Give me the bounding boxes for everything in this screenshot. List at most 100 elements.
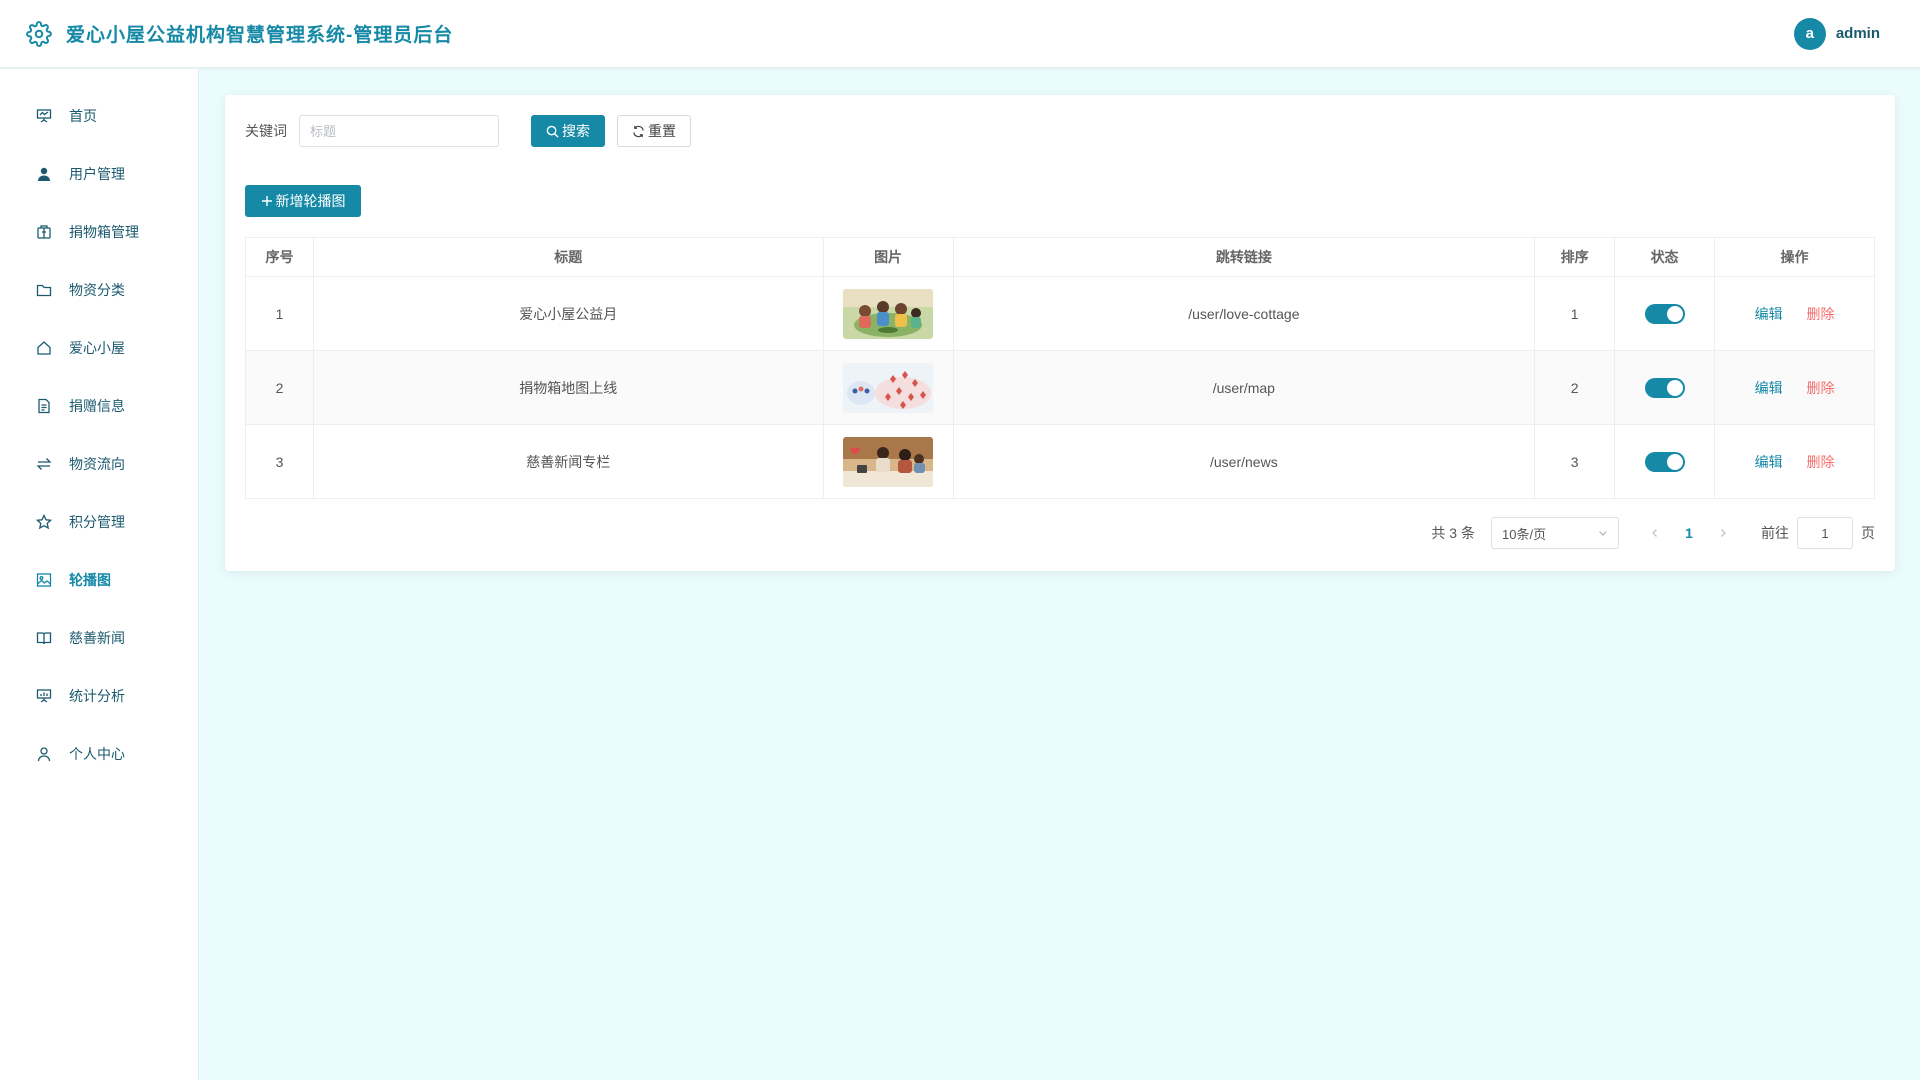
- sidebar-item-donation-info[interactable]: 捐赠信息: [0, 377, 198, 435]
- sidebar-item-label: 捐赠信息: [69, 398, 125, 414]
- status-toggle[interactable]: [1644, 451, 1685, 472]
- delete-button[interactable]: 删除: [1806, 306, 1834, 322]
- search-button[interactable]: 搜索: [531, 115, 605, 147]
- sidebar-item-label: 个人中心: [69, 746, 125, 762]
- sidebar-item-charity-news[interactable]: 慈善新闻: [0, 609, 198, 667]
- sidebar-item-label: 统计分析: [69, 688, 125, 704]
- cell-index: 2: [245, 350, 314, 425]
- search-bar: 关键词 搜索 重置: [245, 115, 691, 147]
- user-icon: [35, 165, 53, 183]
- sidebar-item-label: 轮播图: [69, 572, 111, 588]
- column-header-link: 跳转链接: [952, 237, 1536, 277]
- column-header-actions: 操作: [1714, 237, 1875, 277]
- edit-button[interactable]: 编辑: [1755, 380, 1783, 396]
- gear-icon: [26, 20, 52, 47]
- cell-title: 捐物箱地图上线: [312, 350, 824, 425]
- sidebar-item-category[interactable]: 物资分类: [0, 261, 198, 319]
- status-toggle[interactable]: [1644, 377, 1685, 398]
- cell-index: 3: [245, 424, 314, 499]
- cell-image: [822, 350, 954, 425]
- house-icon: [35, 339, 53, 357]
- sidebar-item-label: 捐物箱管理: [69, 224, 139, 240]
- sidebar-item-label: 物资分类: [69, 282, 125, 298]
- toggle-knob: [1666, 305, 1683, 322]
- carousel-thumbnail[interactable]: [843, 362, 934, 413]
- table-row: 1 爱心小屋公益月 /user/love-cottage 1 编辑 删除: [245, 276, 1875, 351]
- cell-actions: 编辑 删除: [1714, 424, 1875, 499]
- carousel-thumbnail[interactable]: [843, 436, 934, 487]
- presentation-icon: [35, 107, 53, 125]
- search-icon: [546, 125, 559, 138]
- toggle-knob: [1666, 379, 1683, 396]
- sidebar-item-carousel[interactable]: 轮播图: [0, 551, 198, 609]
- cell-actions: 编辑 删除: [1714, 276, 1875, 351]
- content-card: 关键词 搜索 重置 新增轮播图 序号 标题 图片: [225, 95, 1895, 571]
- page-size-value: 10条/页: [1502, 526, 1547, 542]
- cell-title: 爱心小屋公益月: [312, 276, 824, 351]
- cell-status: [1614, 276, 1716, 351]
- table-header-row: 序号 标题 图片 跳转链接 排序 状态 操作: [245, 237, 1875, 277]
- delete-button[interactable]: 删除: [1806, 380, 1834, 396]
- cell-link: /user/news: [952, 424, 1536, 499]
- sidebar: 首页 用户管理 捐物箱管理 物资分类 爱心小屋 捐赠信息 物资流向 积分管理 轮…: [0, 69, 199, 1080]
- document-icon: [35, 397, 53, 415]
- sidebar-item-home[interactable]: 首页: [0, 87, 198, 145]
- sidebar-item-donation-box[interactable]: 捐物箱管理: [0, 203, 198, 261]
- delete-button[interactable]: 删除: [1806, 454, 1834, 470]
- sidebar-item-material-flow[interactable]: 物资流向: [0, 435, 198, 493]
- sidebar-item-label: 积分管理: [69, 514, 125, 530]
- carousel-thumbnail[interactable]: [843, 288, 934, 339]
- reset-button[interactable]: 重置: [617, 115, 691, 147]
- plus-icon: [261, 195, 273, 207]
- cell-sort: 3: [1534, 424, 1616, 499]
- table-row: 2 捐物箱地图上线 /user/map 2 编辑 删除: [245, 350, 1875, 425]
- username[interactable]: admin: [1836, 25, 1880, 42]
- picture-icon: [35, 571, 53, 589]
- top-header: 爱心小屋公益机构智慧管理系统-管理员后台 a admin: [0, 0, 1920, 68]
- cell-link: /user/map: [952, 350, 1536, 425]
- add-carousel-button[interactable]: 新增轮播图: [245, 185, 361, 217]
- person-icon: [35, 745, 53, 763]
- status-toggle[interactable]: [1644, 303, 1685, 324]
- edit-button[interactable]: 编辑: [1755, 454, 1783, 470]
- chevron-down-icon: [1598, 526, 1608, 541]
- sidebar-item-users[interactable]: 用户管理: [0, 145, 198, 203]
- pagination: 共 3 条 10条/页 1 前往 页: [1431, 517, 1875, 549]
- edit-button[interactable]: 编辑: [1755, 306, 1783, 322]
- folder-icon: [35, 281, 53, 299]
- column-header-image: 图片: [822, 237, 954, 277]
- next-page-button[interactable]: [1709, 519, 1737, 547]
- reset-button-label: 重置: [648, 123, 676, 139]
- column-header-status: 状态: [1614, 237, 1716, 277]
- sidebar-item-statistics[interactable]: 统计分析: [0, 667, 198, 725]
- user-menu[interactable]: a admin: [1793, 17, 1880, 50]
- goto-page-input[interactable]: [1797, 517, 1853, 549]
- cell-status: [1614, 424, 1716, 499]
- sidebar-item-love-cottage[interactable]: 爱心小屋: [0, 319, 198, 377]
- sidebar-item-label: 首页: [69, 108, 97, 124]
- cell-sort: 2: [1534, 350, 1616, 425]
- cell-image: [822, 424, 954, 499]
- cell-index: 1: [245, 276, 314, 351]
- box-icon: [35, 223, 53, 241]
- cell-link: /user/love-cottage: [952, 276, 1536, 351]
- app-title: 爱心小屋公益机构智慧管理系统-管理员后台: [66, 25, 454, 46]
- sidebar-item-points[interactable]: 积分管理: [0, 493, 198, 551]
- avatar[interactable]: a: [1793, 17, 1826, 50]
- total-count: 共 3 条: [1431, 525, 1475, 541]
- table-row: 3 慈善新闻专栏 /user/news 3 编辑 删除: [245, 424, 1875, 499]
- column-header-sort: 排序: [1534, 237, 1616, 277]
- goto-label: 前往: [1761, 525, 1789, 541]
- column-header-title: 标题: [312, 237, 824, 277]
- search-button-label: 搜索: [562, 123, 590, 139]
- chevron-right-icon: [1721, 529, 1726, 537]
- carousel-table: 序号 标题 图片 跳转链接 排序 状态 操作 1 爱心小屋公益月 /user/l…: [245, 237, 1875, 499]
- cell-sort: 1: [1534, 276, 1616, 351]
- prev-page-button[interactable]: [1641, 519, 1669, 547]
- sidebar-item-profile[interactable]: 个人中心: [0, 725, 198, 783]
- page-number[interactable]: 1: [1675, 525, 1703, 541]
- chart-board-icon: [35, 687, 53, 705]
- page-size-select[interactable]: 10条/页: [1491, 517, 1619, 549]
- search-input[interactable]: [299, 115, 499, 147]
- switch-arrows-icon: [35, 455, 53, 473]
